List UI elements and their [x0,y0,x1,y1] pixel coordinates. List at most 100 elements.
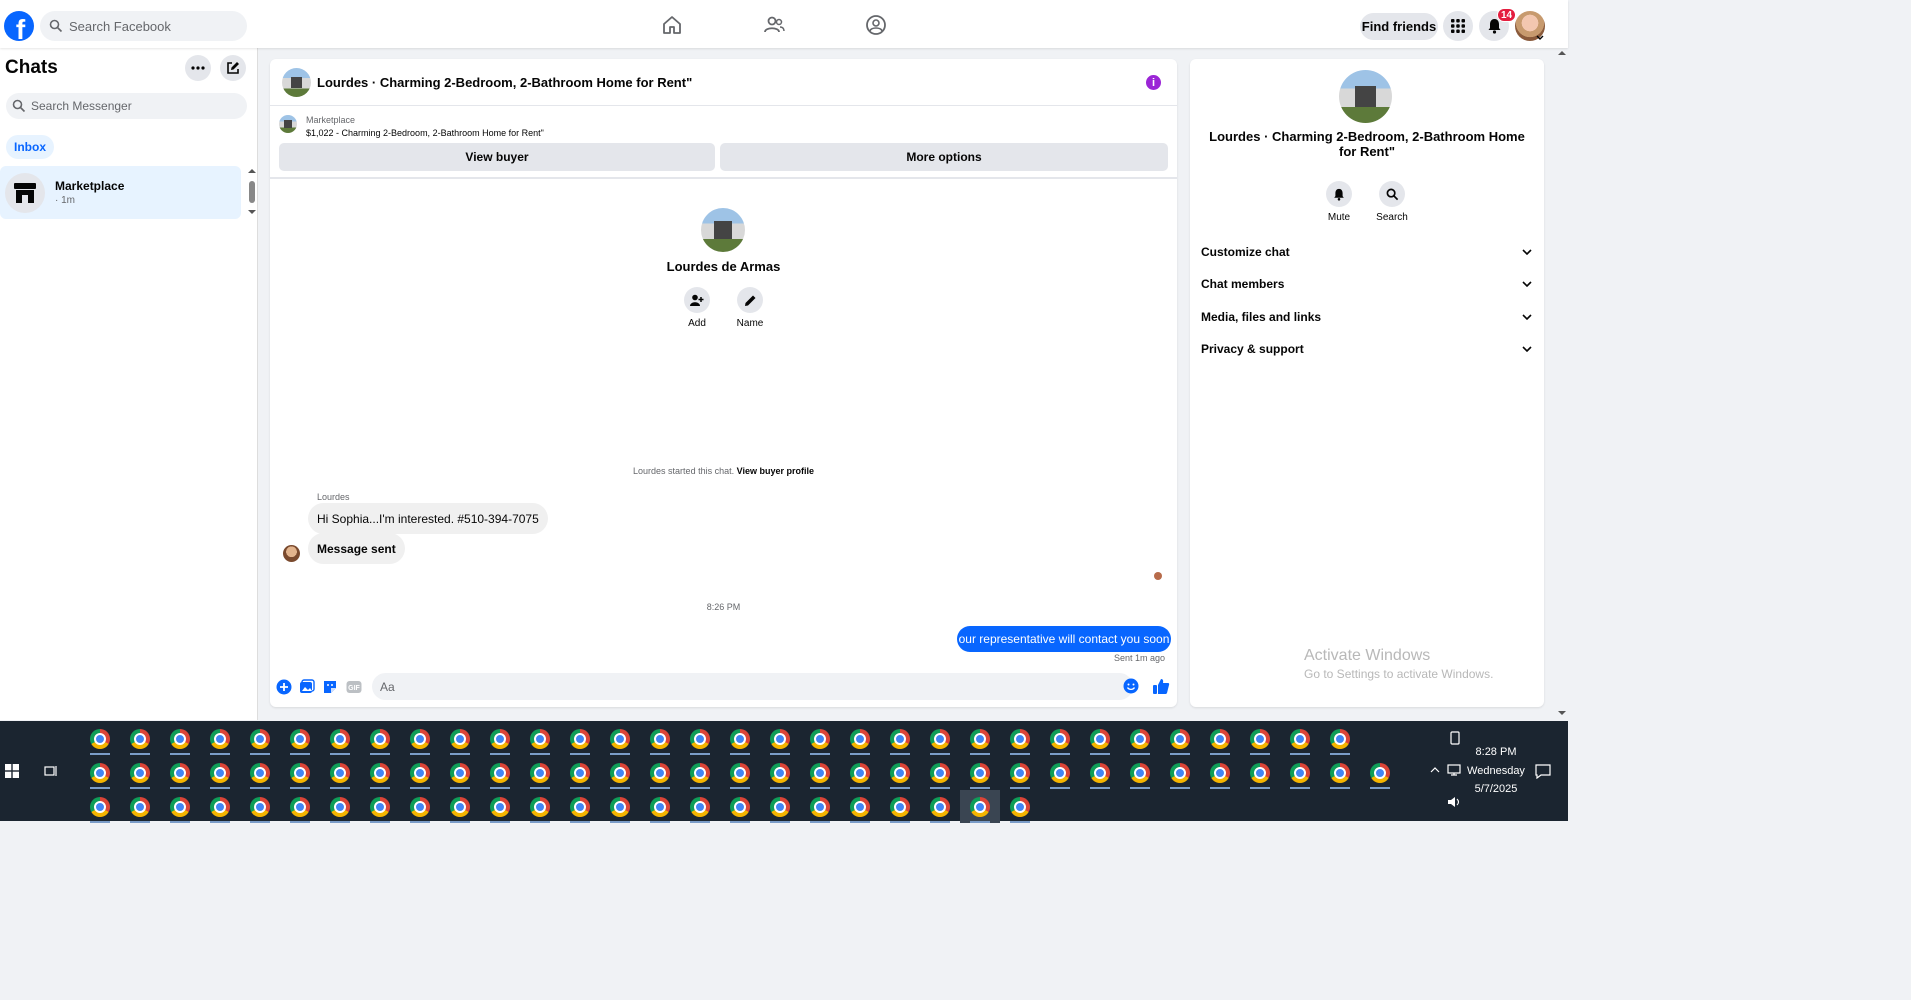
view-buyer-button[interactable]: View buyer [279,143,715,171]
taskbar-browser-icon[interactable] [800,756,840,789]
taskbar-browser-icon[interactable] [1240,722,1280,755]
inbox-filter-tab[interactable]: Inbox [6,135,54,159]
taskbar-browser-icon[interactable] [280,722,320,755]
taskbar-browser-icon[interactable] [120,756,160,789]
find-friends-button[interactable]: Find friends [1360,13,1438,40]
taskbar-browser-icon[interactable] [1160,722,1200,755]
taskbar-browser-icon[interactable] [360,722,400,755]
name-action[interactable]: Name [730,287,770,329]
taskbar-browser-icon[interactable] [1320,722,1360,755]
customize-chat-section[interactable]: Customize chat [1201,245,1532,259]
clock-time[interactable]: 8:28 PM [1466,746,1526,758]
chevron-up-icon[interactable] [1430,767,1440,773]
listing-avatar[interactable] [282,68,311,97]
scroll-down-icon[interactable] [247,209,257,215]
taskbar-browser-icon[interactable] [760,722,800,755]
incoming-message[interactable]: Message sent [308,533,405,564]
chat-options-button[interactable] [185,55,211,81]
taskbar-browser-icon[interactable] [1240,756,1280,789]
taskbar-browser-icon[interactable] [920,790,960,823]
task-view-icon[interactable] [44,764,58,778]
taskbar-browser-icon[interactable] [680,722,720,755]
taskbar-browser-icon[interactable] [200,790,240,823]
media-files-links-section[interactable]: Media, files and links [1201,310,1532,324]
mute-action[interactable]: Mute [1319,181,1359,223]
details-avatar[interactable] [1339,70,1392,123]
taskbar-browser-icon[interactable] [760,756,800,789]
clock-day[interactable]: Wednesday [1466,765,1526,777]
taskbar-browser-icon[interactable] [1000,756,1040,789]
taskbar-browser-icon[interactable] [1080,722,1120,755]
page-scrollbar[interactable] [1556,48,1568,720]
message-input[interactable]: Aa [372,673,1133,700]
taskbar-browser-icon[interactable] [560,756,600,789]
taskbar-browser-icon[interactable] [560,722,600,755]
taskbar-browser-icon[interactable] [1040,756,1080,789]
search-messenger-input[interactable]: Search Messenger [6,93,247,119]
taskbar-browser-icon[interactable] [680,756,720,789]
taskbar-browser-icon[interactable] [480,790,520,823]
taskbar-browser-icon[interactable] [840,722,880,755]
taskbar-browser-icon[interactable] [1120,722,1160,755]
taskbar-browser-icon[interactable] [280,756,320,789]
contact-avatar[interactable] [701,208,745,252]
friends-icon[interactable] [763,14,785,36]
search-facebook-input[interactable]: Search Facebook [40,11,247,41]
photo-icon[interactable] [299,679,315,695]
taskbar-browser-icon[interactable] [520,756,560,789]
taskbar-browser-icon[interactable] [640,722,680,755]
sender-avatar[interactable] [283,545,300,562]
outgoing-message[interactable]: our representative will contact you soon [957,626,1171,652]
taskbar-browser-icon[interactable] [800,722,840,755]
view-buyer-profile-link[interactable]: View buyer profile [737,466,814,476]
scroll-up-icon[interactable] [247,168,257,174]
taskbar-browser-icon[interactable] [880,756,920,789]
add-action[interactable]: Add [677,287,717,329]
chat-title[interactable]: Lourdes · Charming 2-Bedroom, 2-Bathroom… [317,75,692,90]
taskbar-browser-icon[interactable] [720,790,760,823]
taskbar-browser-icon[interactable] [760,790,800,823]
taskbar-browser-icon[interactable] [1000,790,1040,823]
taskbar-browser-icon[interactable] [440,722,480,755]
taskbar-browser-icon[interactable] [240,790,280,823]
taskbar-browser-icon[interactable] [960,790,1000,823]
conversation-item-marketplace[interactable]: Marketplace · 1m [0,166,241,219]
taskbar-browser-icon[interactable] [800,790,840,823]
taskbar-browser-icon[interactable] [480,722,520,755]
taskbar-browser-icon[interactable] [640,790,680,823]
taskbar-browser-icon[interactable] [880,722,920,755]
taskbar-browser-icon[interactable] [1080,756,1120,789]
taskbar-browser-icon[interactable] [240,756,280,789]
taskbar-browser-icon[interactable] [640,756,680,789]
taskbar-browser-icon[interactable] [520,722,560,755]
taskbar-browser-icon[interactable] [1280,756,1320,789]
taskbar-browser-icon[interactable] [1360,756,1400,789]
taskbar-browser-icon[interactable] [360,790,400,823]
gif-icon[interactable]: GIF [346,679,362,695]
menu-button[interactable] [1443,11,1473,41]
privacy-support-section[interactable]: Privacy & support [1201,342,1532,356]
search-action[interactable]: Search [1372,181,1412,223]
taskbar-browser-icon[interactable] [680,790,720,823]
incoming-message[interactable]: Hi Sophia...I'm interested. #510-394-707… [308,503,548,534]
network-icon[interactable] [1447,764,1461,776]
taskbar-browser-icon[interactable] [440,790,480,823]
taskbar-browser-icon[interactable] [720,756,760,789]
taskbar-browser-icon[interactable] [160,722,200,755]
taskbar-browser-icon[interactable] [600,722,640,755]
new-message-button[interactable] [220,55,246,81]
taskbar-browser-icon[interactable] [480,756,520,789]
clock-date[interactable]: 5/7/2025 [1466,783,1526,795]
taskbar-browser-icon[interactable] [920,722,960,755]
taskbar-browser-icon[interactable] [400,722,440,755]
taskbar-browser-icon[interactable] [600,756,640,789]
taskbar-browser-icon[interactable] [200,722,240,755]
taskbar-browser-icon[interactable] [160,790,200,823]
taskbar-browser-icon[interactable] [240,722,280,755]
taskbar-browser-icon[interactable] [160,756,200,789]
taskbar-browser-icon[interactable] [920,756,960,789]
scroll-down-icon[interactable] [1557,710,1567,716]
taskbar-browser-icon[interactable] [880,790,920,823]
taskbar-browser-icon[interactable] [440,756,480,789]
chevron-down-icon[interactable] [1536,35,1544,41]
